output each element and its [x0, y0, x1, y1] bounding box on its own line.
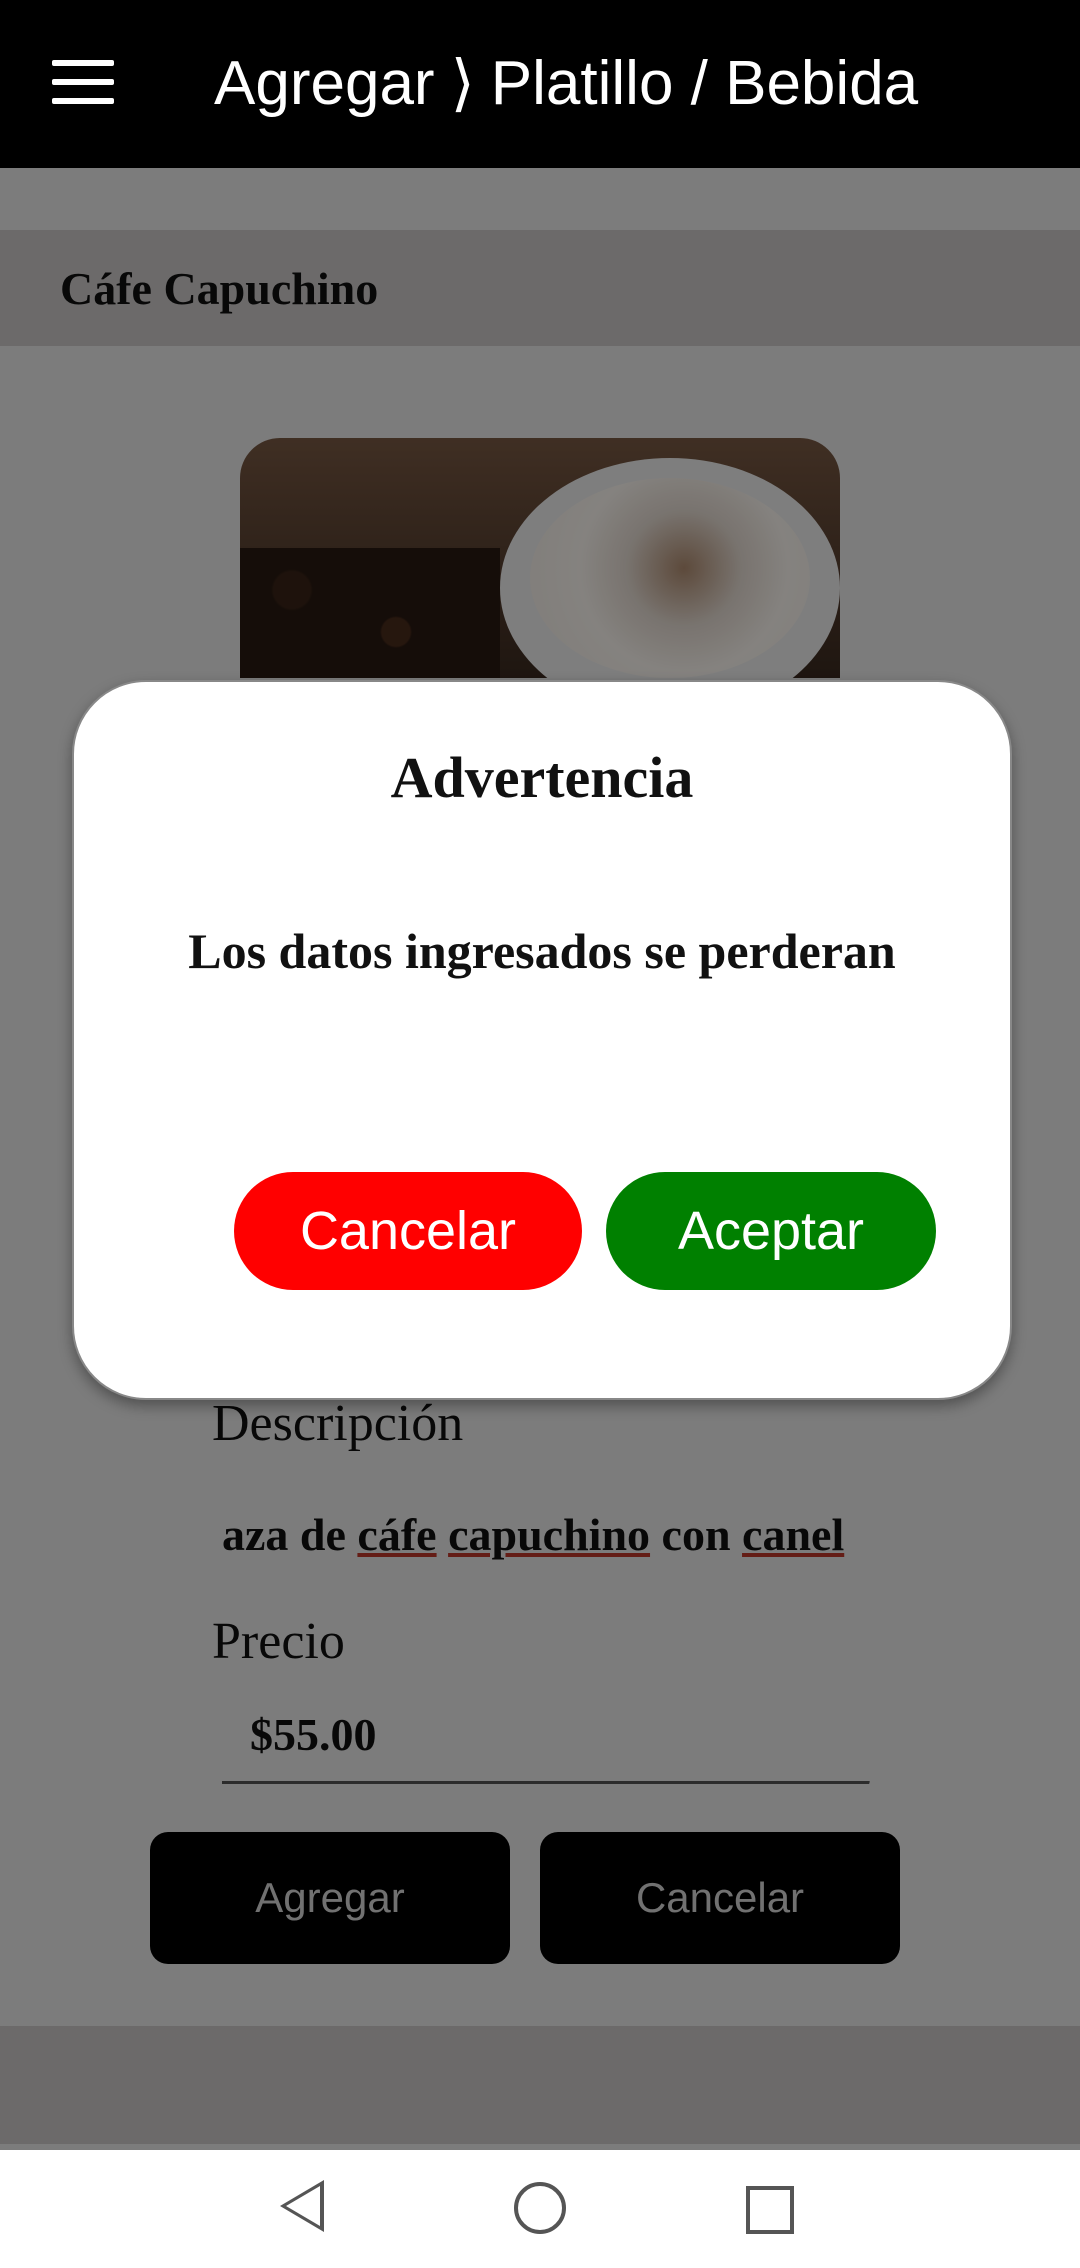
- breadcrumb-platillo-bebida: Platillo / Bebida: [490, 49, 919, 118]
- breadcrumb: Agregar ⟩ Platillo / Bebida: [214, 48, 918, 120]
- dialog-accept-button[interactable]: Aceptar: [606, 1172, 936, 1290]
- breadcrumb-agregar[interactable]: Agregar: [214, 49, 435, 118]
- back-icon[interactable]: [280, 2180, 324, 2232]
- dialog-cancel-button[interactable]: Cancelar: [234, 1172, 582, 1290]
- home-icon[interactable]: [514, 2182, 566, 2234]
- warning-dialog: Advertencia Los datos ingresados se perd…: [72, 680, 1012, 1400]
- system-navigation-bar: [0, 2150, 1080, 2268]
- dialog-title: Advertencia: [390, 745, 694, 810]
- top-app-bar: Agregar ⟩ Platillo / Bebida: [0, 0, 1080, 168]
- hamburger-menu-icon[interactable]: [52, 60, 114, 104]
- breadcrumb-separator: ⟩: [450, 49, 475, 118]
- dialog-message: Los datos ingresados se perderan: [188, 923, 896, 979]
- recent-apps-icon[interactable]: [746, 2186, 794, 2234]
